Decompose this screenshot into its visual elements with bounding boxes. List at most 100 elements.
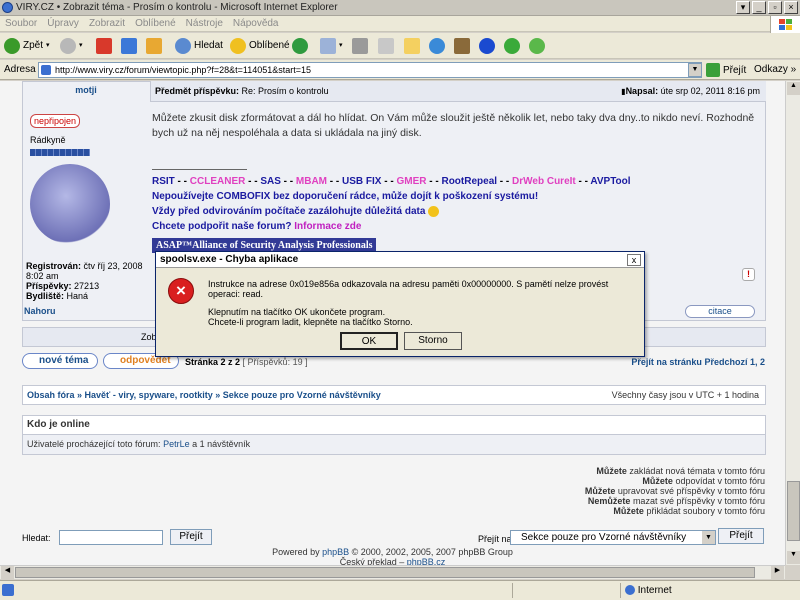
post-date: ▮Napsal: úte srp 02, 2011 8:16 pm [621, 86, 760, 96]
sig-link-rsit[interactable]: RSIT [152, 176, 175, 187]
scroll-up-icon[interactable]: ▲ [787, 82, 800, 95]
sig-line-combofix: Nepoužívejte COMBOFIX bez doporučení rád… [152, 191, 539, 202]
search-icon [175, 38, 191, 54]
cancel-button[interactable]: Storno [404, 332, 462, 350]
info-link[interactable]: Informace zde [294, 221, 361, 232]
toolbar: Zpět ▾ ▾ Hledat Oblíbené ▾ [0, 33, 800, 59]
star-icon [230, 38, 246, 54]
page-icon [41, 65, 51, 75]
quote-button[interactable]: citace [685, 305, 755, 318]
sig-link-drweb[interactable]: DrWeb CureIt [512, 176, 576, 187]
search-button[interactable]: Hledat [175, 36, 223, 56]
sig-link-avptool[interactable]: AVPTool [590, 176, 630, 187]
permissions-list: Můžete zakládat nová témata v tomto fóru… [584, 466, 765, 516]
folder-button[interactable] [404, 36, 420, 56]
messenger-icon [429, 38, 445, 54]
online-user-link[interactable]: PetrLe [163, 439, 190, 449]
addon2-button[interactable] [529, 36, 545, 56]
sig-link-sas[interactable]: SAS [260, 176, 281, 187]
scroll-right-icon[interactable]: ▶ [771, 566, 784, 579]
user-rank: Rádkyně [30, 135, 66, 145]
favorites-button[interactable]: Oblíbené [230, 36, 290, 56]
dropdown-icon[interactable]: ▾ [736, 1, 750, 14]
go-button[interactable]: Přejít [706, 63, 746, 77]
scroll-thumb[interactable] [787, 481, 800, 541]
research-button[interactable] [454, 36, 470, 56]
error-dialog: spoolsv.exe - Chyba aplikace x × Instruk… [155, 251, 645, 357]
breadcrumb-path[interactable]: Obsah fóra » Havěť - viry, spyware, root… [27, 390, 381, 400]
menu-view[interactable]: Zobrazit [84, 18, 130, 29]
horizontal-scrollbar[interactable]: ◀ ▶ [0, 565, 785, 579]
hscroll-thumb[interactable] [15, 567, 755, 578]
messenger-button[interactable] [429, 36, 445, 56]
menu-edit[interactable]: Úpravy [42, 18, 84, 29]
phpbbcz-link[interactable]: phpBB.cz [407, 557, 446, 565]
sig-line-backup: Vždy před odvirováním počítače zazálohuj… [152, 204, 762, 219]
window-controls: ▾ _ ▫ × [736, 1, 798, 14]
prev-page-link[interactable]: Předchozí [704, 357, 747, 367]
scroll-left-icon[interactable]: ◀ [1, 566, 14, 579]
history-button[interactable] [292, 36, 308, 56]
ie-logo-icon [2, 2, 13, 13]
sig-link-rootrepeal[interactable]: RootRepeal [441, 176, 497, 187]
pagination-info: Stránka 2 z 2 [ Příspěvků: 19 ] [185, 357, 308, 367]
status-bar: Internet [0, 580, 800, 600]
address-dropdown-icon[interactable]: ▼ [688, 63, 702, 77]
page-jump: Přejít na stránku Předchozí 1, 2 [631, 357, 765, 367]
menu-help[interactable]: Nápověda [228, 18, 284, 29]
vertical-scrollbar[interactable]: ▲ ▼ [785, 81, 800, 565]
jump-submit-button[interactable]: Přejít [718, 528, 764, 544]
menu-tools[interactable]: Nástroje [181, 18, 228, 29]
top-link[interactable]: Nahoru [24, 306, 56, 316]
search-input[interactable] [59, 530, 163, 545]
sig-line-support: Chcete podpořit naše forum? Informace zd… [152, 221, 362, 232]
stop-button[interactable] [96, 36, 112, 56]
address-input[interactable]: http://www.viry.cz/forum/viewtopic.php?f… [38, 62, 702, 78]
post-author[interactable]: motji [22, 85, 150, 95]
ok-button[interactable]: OK [340, 332, 398, 350]
new-topic-button[interactable]: nové téma [22, 353, 98, 369]
home-button[interactable] [146, 36, 162, 56]
page-numbers[interactable]: 1, 2 [750, 357, 765, 367]
menu-bar: Soubor Úpravy Zobrazit Oblíbené Nástroje Nápo… [0, 16, 800, 32]
sig-link-ccleaner[interactable]: CCLEANER [190, 176, 246, 187]
addon-button[interactable] [504, 36, 520, 56]
sig-link-gmer[interactable]: GMER [396, 176, 426, 187]
bluetooth-button[interactable] [479, 36, 495, 56]
status-panes [512, 583, 620, 598]
menu-file[interactable]: Soubor [0, 18, 42, 29]
search-submit-button[interactable]: Přejít [170, 529, 212, 545]
timezone-info: Všechny časy jsou v UTC + 1 hodina [611, 390, 759, 400]
dialog-message: Instrukce na adrese 0x019e856a odkazoval… [208, 279, 609, 327]
refresh-button[interactable] [121, 36, 137, 56]
error-icon: × [168, 278, 194, 304]
signature: RSIT - - CCLEANER - - SAS - - MBAM - - U… [152, 169, 762, 253]
zone-indicator: Internet [620, 583, 780, 598]
back-button[interactable]: Zpět ▾ [4, 36, 50, 56]
close-button[interactable]: × [784, 1, 798, 14]
jump-select[interactable]: Sekce pouze pro Vzorné návštěvníky ▼ [510, 530, 716, 545]
scroll-down-icon[interactable]: ▼ [787, 551, 800, 564]
dialog-close-button[interactable]: x [627, 254, 641, 266]
mail-button[interactable]: ▾ [320, 36, 343, 56]
print-button[interactable] [352, 36, 368, 56]
links-button[interactable]: Odkazy » [754, 64, 796, 75]
globe-icon [625, 585, 635, 596]
report-icon[interactable]: ! [742, 268, 755, 281]
minimize-button[interactable]: _ [752, 1, 766, 14]
history-icon [292, 38, 308, 54]
sig-link-mbam[interactable]: MBAM [296, 176, 327, 187]
maximize-button[interactable]: ▫ [768, 1, 782, 14]
home-icon [146, 38, 162, 54]
stop-icon [96, 38, 112, 54]
page-status-icon [2, 584, 14, 596]
phpbb-link[interactable]: phpBB [322, 547, 349, 557]
edit-icon [378, 38, 394, 54]
print-icon [352, 38, 368, 54]
edit-button[interactable] [378, 36, 394, 56]
sig-link-usbfix[interactable]: USB FIX [342, 176, 381, 187]
dialog-title: spoolsv.exe - Chyba aplikace [156, 252, 644, 268]
forward-button[interactable]: ▾ [60, 36, 83, 56]
menu-favorites[interactable]: Oblíbené [130, 18, 181, 29]
back-arrow-icon [4, 38, 20, 54]
